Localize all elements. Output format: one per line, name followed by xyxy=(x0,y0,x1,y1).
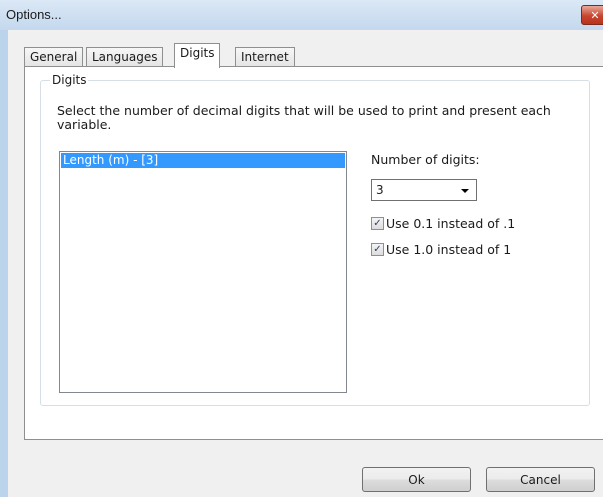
options-window: Options... ✕ General Languages Digits In… xyxy=(0,0,603,497)
cancel-button[interactable]: Cancel xyxy=(486,467,595,492)
number-of-digits-label: Number of digits: xyxy=(371,152,480,167)
tab-languages[interactable]: Languages xyxy=(86,47,164,67)
use-0-1-label: Use 0.1 instead of .1 xyxy=(386,216,516,231)
dialog-client-area: General Languages Digits Internet Digits… xyxy=(8,30,603,497)
use-1-0-checkbox[interactable]: ✓ xyxy=(371,243,384,256)
number-of-digits-select[interactable]: 3 xyxy=(371,179,477,201)
use-0-1-checkbox[interactable]: ✓ xyxy=(371,217,384,230)
tab-general[interactable]: General xyxy=(24,47,84,67)
digits-description: Select the number of decimal digits that… xyxy=(57,103,551,132)
checkmark-icon: ✓ xyxy=(373,218,382,229)
close-icon: ✕ xyxy=(590,8,600,22)
title-bar[interactable]: Options... ✕ xyxy=(0,0,603,30)
tab-internet[interactable]: Internet xyxy=(235,47,295,67)
window-title: Options... xyxy=(6,7,62,22)
digits-group: Digits Select the number of decimal digi… xyxy=(40,73,590,406)
group-title: Digits xyxy=(50,73,89,87)
number-of-digits-value: 3 xyxy=(376,183,384,197)
variables-listbox[interactable]: Length (m) - [3] xyxy=(59,151,347,393)
tab-digits[interactable]: Digits xyxy=(174,43,221,68)
digits-tab-panel: Digits Select the number of decimal digi… xyxy=(24,66,603,440)
list-item[interactable]: Length (m) - [3] xyxy=(61,153,345,168)
close-button[interactable]: ✕ xyxy=(581,5,603,25)
chevron-down-icon xyxy=(461,189,469,193)
use-1-0-label: Use 1.0 instead of 1 xyxy=(386,242,512,257)
checkmark-icon: ✓ xyxy=(373,244,382,255)
ok-button[interactable]: Ok xyxy=(362,467,471,492)
